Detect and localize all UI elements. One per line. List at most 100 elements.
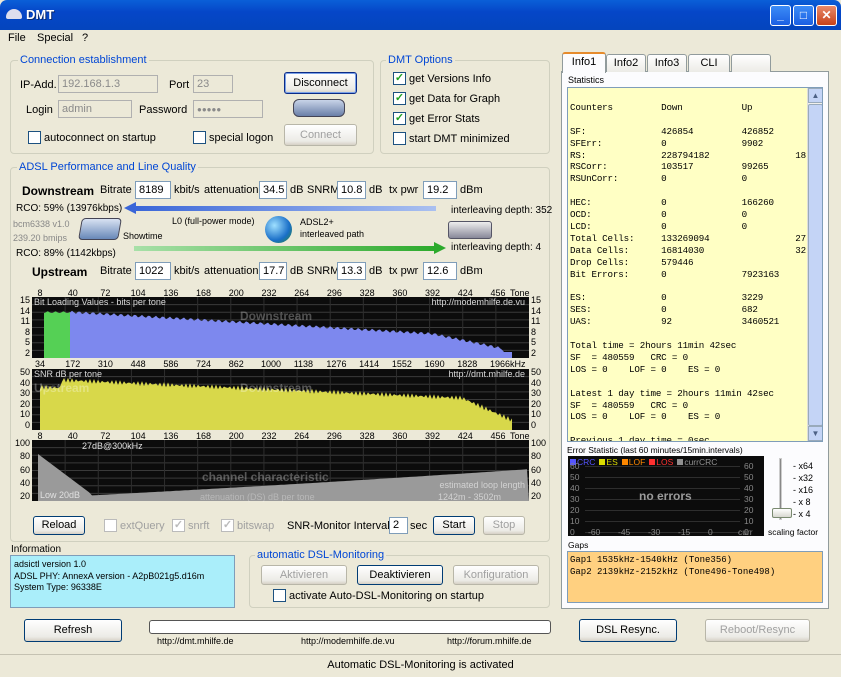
downstream-label: Downstream [22, 184, 95, 198]
versions-info-checkbox[interactable]: ✓ [393, 72, 406, 85]
menu-special[interactable]: Special [37, 32, 73, 44]
dmt-options-legend: DMT Options [386, 54, 455, 66]
reload-button[interactable]: Reload [33, 516, 85, 535]
up-att-label: attenuation [204, 265, 259, 277]
dsl-resync-button[interactable]: DSL Resync. [579, 619, 677, 642]
scaling-slider-thumb[interactable] [772, 508, 792, 518]
modem-icon [293, 99, 345, 117]
auto-startup-checkbox[interactable] [273, 589, 286, 602]
error-grid-line [585, 521, 740, 522]
title-bar[interactable]: DMT _ □ ✕ [0, 0, 841, 30]
extquery-checkbox[interactable] [104, 519, 117, 532]
extquery-label: extQuery [120, 520, 165, 532]
close-icon[interactable]: ✕ [816, 5, 837, 26]
khz1-tick: 1276 [326, 359, 347, 369]
information-title: Information [11, 544, 62, 555]
error-ytick-left: 50 [570, 472, 580, 482]
error-ytick-left: 40 [570, 483, 580, 493]
khz1-tick: 724 [196, 359, 212, 369]
modem-rate: 239.20 bmips [13, 233, 68, 243]
configuration-button[interactable]: Konfiguration [453, 565, 539, 585]
info-line: adsictl version 1.0 [14, 559, 87, 569]
interleaving-up: interleaving depth: 4 [451, 242, 542, 253]
snr-watermark-up: Upstream [34, 381, 90, 395]
link-modemhilfe[interactable]: http://modemhilfe.de.vu [301, 636, 395, 646]
password-label: Password [139, 104, 188, 116]
minimize-icon[interactable]: _ [770, 5, 791, 26]
snrft-checkbox[interactable]: ✓ [172, 519, 185, 532]
yaxis-tick: 80 [531, 451, 542, 462]
downstream-arrow-icon [134, 206, 436, 211]
start-button[interactable]: Start [433, 516, 475, 535]
password-input[interactable]: ●●●●● [193, 100, 263, 118]
error-ytick-left: 20 [570, 505, 580, 515]
tab-info1[interactable]: Info1 [562, 52, 606, 73]
up-bitrate-label: Bitrate [100, 265, 132, 277]
loop-estimate-label: estimated loop length [439, 480, 525, 490]
scroll-thumb[interactable] [808, 104, 822, 426]
info-line: ADSL PHY: AnnexA version - A2pB021g5.d16… [14, 570, 205, 581]
yaxis-tick: 30 [19, 388, 30, 399]
upstream-bits-series [44, 311, 70, 358]
menu-file[interactable]: File [8, 32, 26, 44]
yaxis-tick: 11 [20, 316, 30, 327]
app-icon [6, 9, 22, 19]
snr-watermark-down: Downstream [240, 381, 313, 395]
tab-empty[interactable] [731, 54, 771, 72]
versions-info-label: get Versions Info [409, 73, 491, 85]
disconnect-button[interactable]: Disconnect [284, 72, 357, 94]
refresh-button[interactable]: Refresh [24, 619, 122, 642]
loop-estimate-value: 1242m - 3502m [437, 492, 501, 502]
error-grid-line [585, 532, 740, 533]
link-forum[interactable]: http://forum.mhilfe.de [447, 636, 532, 646]
reboot-resync-button[interactable]: Reboot/Resync [705, 619, 810, 642]
start-minimized-label: start DMT minimized [409, 133, 510, 145]
yaxis-tick: 80 [19, 451, 30, 462]
snr-interval-unit: sec [410, 520, 428, 532]
showtime-label: Showtime [123, 231, 163, 241]
login-input[interactable]: admin [58, 100, 132, 118]
stop-button[interactable]: Stop [483, 516, 525, 535]
performance-legend: ADSL Performance and Line Quality [17, 161, 198, 173]
maximize-icon[interactable]: □ [793, 5, 814, 26]
autoconnect-checkbox[interactable] [28, 131, 41, 144]
auto-startup-label: activate Auto-DSL-Monitoring on startup [289, 590, 485, 602]
scroll-down-icon[interactable]: ▼ [808, 426, 822, 441]
ip-input[interactable]: 192.168.1.3 [58, 75, 158, 93]
yaxis-tick: 10 [531, 409, 542, 420]
scaling-tick: - x 8 [793, 497, 811, 507]
no-errors-label: no errors [639, 489, 692, 503]
yaxis-tick: 20 [531, 398, 542, 409]
connect-button[interactable]: Connect [284, 124, 357, 146]
yaxis-tick: 8 [531, 326, 537, 337]
login-label: Login [26, 104, 53, 116]
khz1-tick: 1138 [293, 359, 314, 369]
graph-data-label: get Data for Graph [409, 93, 501, 105]
statistics-text: Counters Down Up SF: 426854 426852 SFErr… [570, 101, 806, 442]
activate-button[interactable]: Aktivieren [261, 565, 347, 585]
down-snrm-value: 10.8 [337, 181, 366, 199]
scaling-tick: - x32 [793, 473, 814, 483]
statistics-scrollbar[interactable]: ▲ ▼ [807, 88, 822, 441]
link-dmt[interactable]: http://dmt.mhilfe.de [157, 636, 234, 646]
yaxis-tick: 40 [531, 377, 542, 388]
port-input[interactable]: 23 [193, 75, 233, 93]
bitswap-checkbox[interactable]: ✓ [221, 519, 234, 532]
khz1-tick: 1414 [359, 359, 380, 369]
error-xtick: 0 [708, 527, 713, 537]
graph-data-checkbox[interactable]: ✓ [393, 92, 406, 105]
deactivate-button[interactable]: Deaktivieren [357, 565, 443, 585]
snr-interval-input[interactable]: 2 [389, 517, 408, 534]
bits-chart-title: Bit Loading Values - bits per tone [34, 297, 166, 307]
special-logon-checkbox[interactable] [193, 131, 206, 144]
khz1-tick: 1552 [391, 359, 412, 369]
tab-info3[interactable]: Info3 [647, 54, 687, 72]
menu-help[interactable]: ? [82, 32, 88, 44]
legend-swatch-icon [599, 459, 606, 465]
error-stats-checkbox[interactable]: ✓ [393, 112, 406, 125]
start-minimized-checkbox[interactable] [393, 132, 406, 145]
tab-cli[interactable]: CLI [688, 54, 730, 72]
tab-info2[interactable]: Info2 [606, 54, 646, 72]
scroll-up-icon[interactable]: ▲ [808, 88, 822, 103]
snr-interval-label: SNR-Monitor Interval: [287, 520, 393, 532]
